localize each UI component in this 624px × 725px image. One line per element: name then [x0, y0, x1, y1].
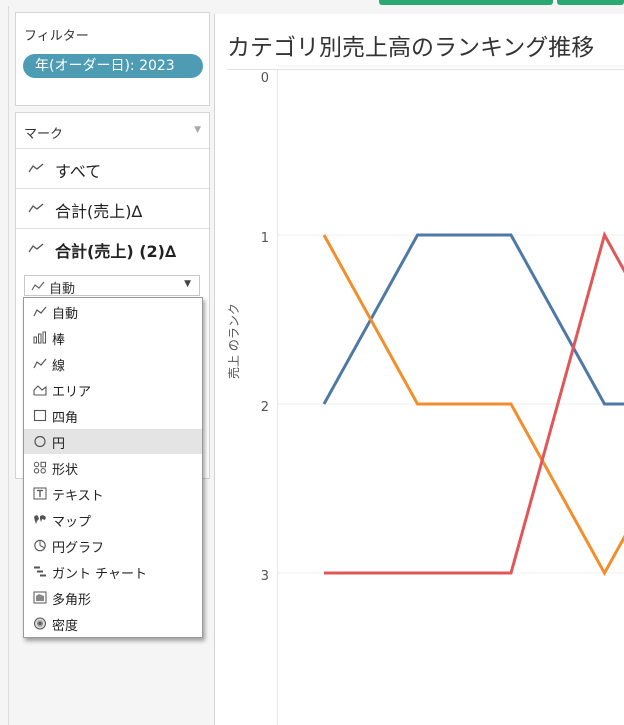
gantt-icon: [34, 566, 46, 577]
menu-item-label: 自動: [52, 307, 79, 322]
menu-item-label: ガント チャート: [52, 567, 148, 582]
line-icon: [33, 358, 47, 369]
menu-item-label: マップ: [52, 515, 92, 530]
view-sheet: カテゴリ別売上高のランキング推移 0 1 2 3 売上 のランク: [214, 14, 624, 725]
density-icon: [34, 617, 46, 630]
menu-item-area[interactable]: エリア: [24, 377, 202, 402]
menu-item-label: 多角形: [52, 593, 92, 608]
filters-card: フィルター 年(オーダー日): 2023: [15, 12, 210, 106]
top-tab-green-1[interactable]: [379, 0, 553, 5]
pie-icon: [34, 539, 46, 552]
auto-icon: [33, 306, 47, 317]
filters-title: フィルター: [24, 29, 89, 44]
bar-icon: [33, 331, 46, 344]
line-mark-icon: [28, 163, 44, 173]
marks-menu-caret-icon[interactable]: ▼: [194, 125, 201, 135]
menu-item-label: エリア: [52, 385, 92, 400]
line-chart: [278, 65, 624, 577]
pane-divider: [8, 6, 9, 725]
auto-icon: [31, 281, 45, 291]
series-line-1[interactable]: [322, 233, 624, 406]
menu-item-text[interactable]: テキスト: [24, 481, 202, 506]
line-mark-icon: [28, 203, 44, 213]
marks-row-sum-sales-2[interactable]: 合計(売上) (2)∆: [16, 229, 209, 268]
top-tab-green-2[interactable]: [557, 0, 624, 5]
menu-item-square[interactable]: 四角: [24, 403, 202, 428]
marks-row-all[interactable]: すべて: [16, 149, 209, 189]
polygon-icon: [33, 591, 47, 604]
menu-item-label: テキスト: [52, 489, 104, 504]
menu-item-map[interactable]: マップ: [24, 507, 202, 532]
mark-type-dropdown: 自動 棒 線 エリア 四角 円 形状 テキスト マップ 円グラフ ガント チャー…: [23, 297, 203, 638]
menu-item-gantt[interactable]: ガント チャート: [24, 559, 202, 584]
map-icon: [34, 515, 46, 524]
menu-item-label: 棒: [52, 333, 66, 348]
menu-item-label: 円グラフ: [52, 541, 105, 556]
marks-row-label: すべて: [55, 162, 102, 181]
menu-item-polygon[interactable]: 多角形: [24, 585, 202, 610]
square-icon: [33, 409, 47, 422]
marks-row-sum-sales[interactable]: 合計(売上)∆: [16, 189, 209, 229]
filter-pill-year[interactable]: 年(オーダー日): 2023: [23, 54, 203, 78]
shape-icon: [33, 461, 46, 474]
menu-item-pie[interactable]: 円グラフ: [24, 533, 202, 558]
line-mark-icon: [28, 243, 44, 253]
marks-title: マーク: [24, 127, 64, 142]
menu-item-circle[interactable]: 円: [24, 429, 202, 454]
mark-type-select[interactable]: 自動 ▼: [24, 275, 200, 297]
circle-icon: [34, 435, 46, 448]
menu-item-bar[interactable]: 棒: [24, 325, 202, 350]
text-icon: [33, 487, 47, 500]
menu-item-label: 円: [52, 437, 66, 452]
mark-type-selected: 自動: [49, 282, 76, 297]
menu-item-label: 四角: [52, 411, 79, 426]
menu-item-label: 形状: [52, 463, 79, 478]
menu-item-line[interactable]: 線: [24, 351, 202, 376]
menu-item-density[interactable]: 密度: [24, 611, 202, 636]
chevron-down-icon: ▼: [184, 279, 191, 289]
marks-row-label: 合計(売上) (2)∆: [55, 242, 177, 261]
marks-header: マーク ▼: [16, 113, 209, 149]
menu-item-label: 線: [52, 359, 66, 374]
marks-row-label: 合計(売上)∆: [55, 202, 143, 221]
menu-item-shape[interactable]: 形状: [24, 455, 202, 480]
menu-item-auto[interactable]: 自動: [24, 299, 202, 324]
area-icon: [33, 385, 47, 396]
menu-item-label: 密度: [52, 619, 79, 634]
